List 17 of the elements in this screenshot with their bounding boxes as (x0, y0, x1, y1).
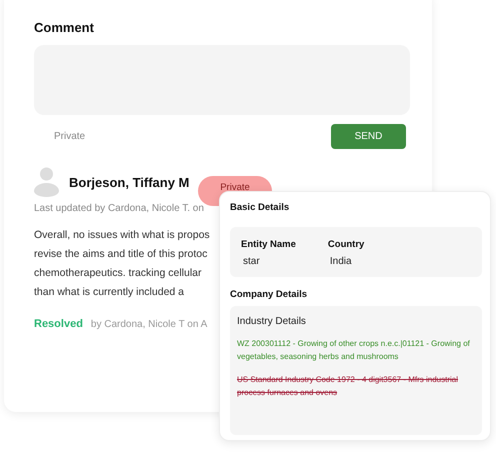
resolved-by-text: by Cardona, Nicole T on A (90, 319, 208, 330)
industry-code: US Standard Industry Code 1972 - 4 digit3567 - Mfrs industrial process furnaces and ovens (237, 374, 460, 399)
field-label: Entity Name (241, 239, 296, 250)
field-label: Country (328, 239, 364, 250)
section-title: Company Details (230, 289, 308, 300)
private-label: Private (54, 131, 86, 142)
updated-text: Last updated by Cardona, Nicole T. on (34, 203, 204, 214)
status-label: Resolved (34, 318, 83, 330)
industry-title: Industry Details (237, 316, 307, 327)
industry-code: WZ 200301112 - Growing of other crops n.e.c.|01121 - Growing of vegetables, seasoning herbs and mushrooms (237, 338, 471, 363)
send-button[interactable]: SEND (331, 124, 406, 149)
comment-body: Overall, no issues with what is propos revise the aims and title of this protoc chemotherapeutics. tracking cellular than what is currently included a (34, 228, 210, 300)
field-value: India (328, 256, 353, 267)
field-value: star (242, 256, 261, 267)
comment-title: Comment (34, 20, 95, 35)
author-name: Borjeson, Tiffany M (69, 174, 190, 190)
avatar-icon (34, 167, 59, 197)
